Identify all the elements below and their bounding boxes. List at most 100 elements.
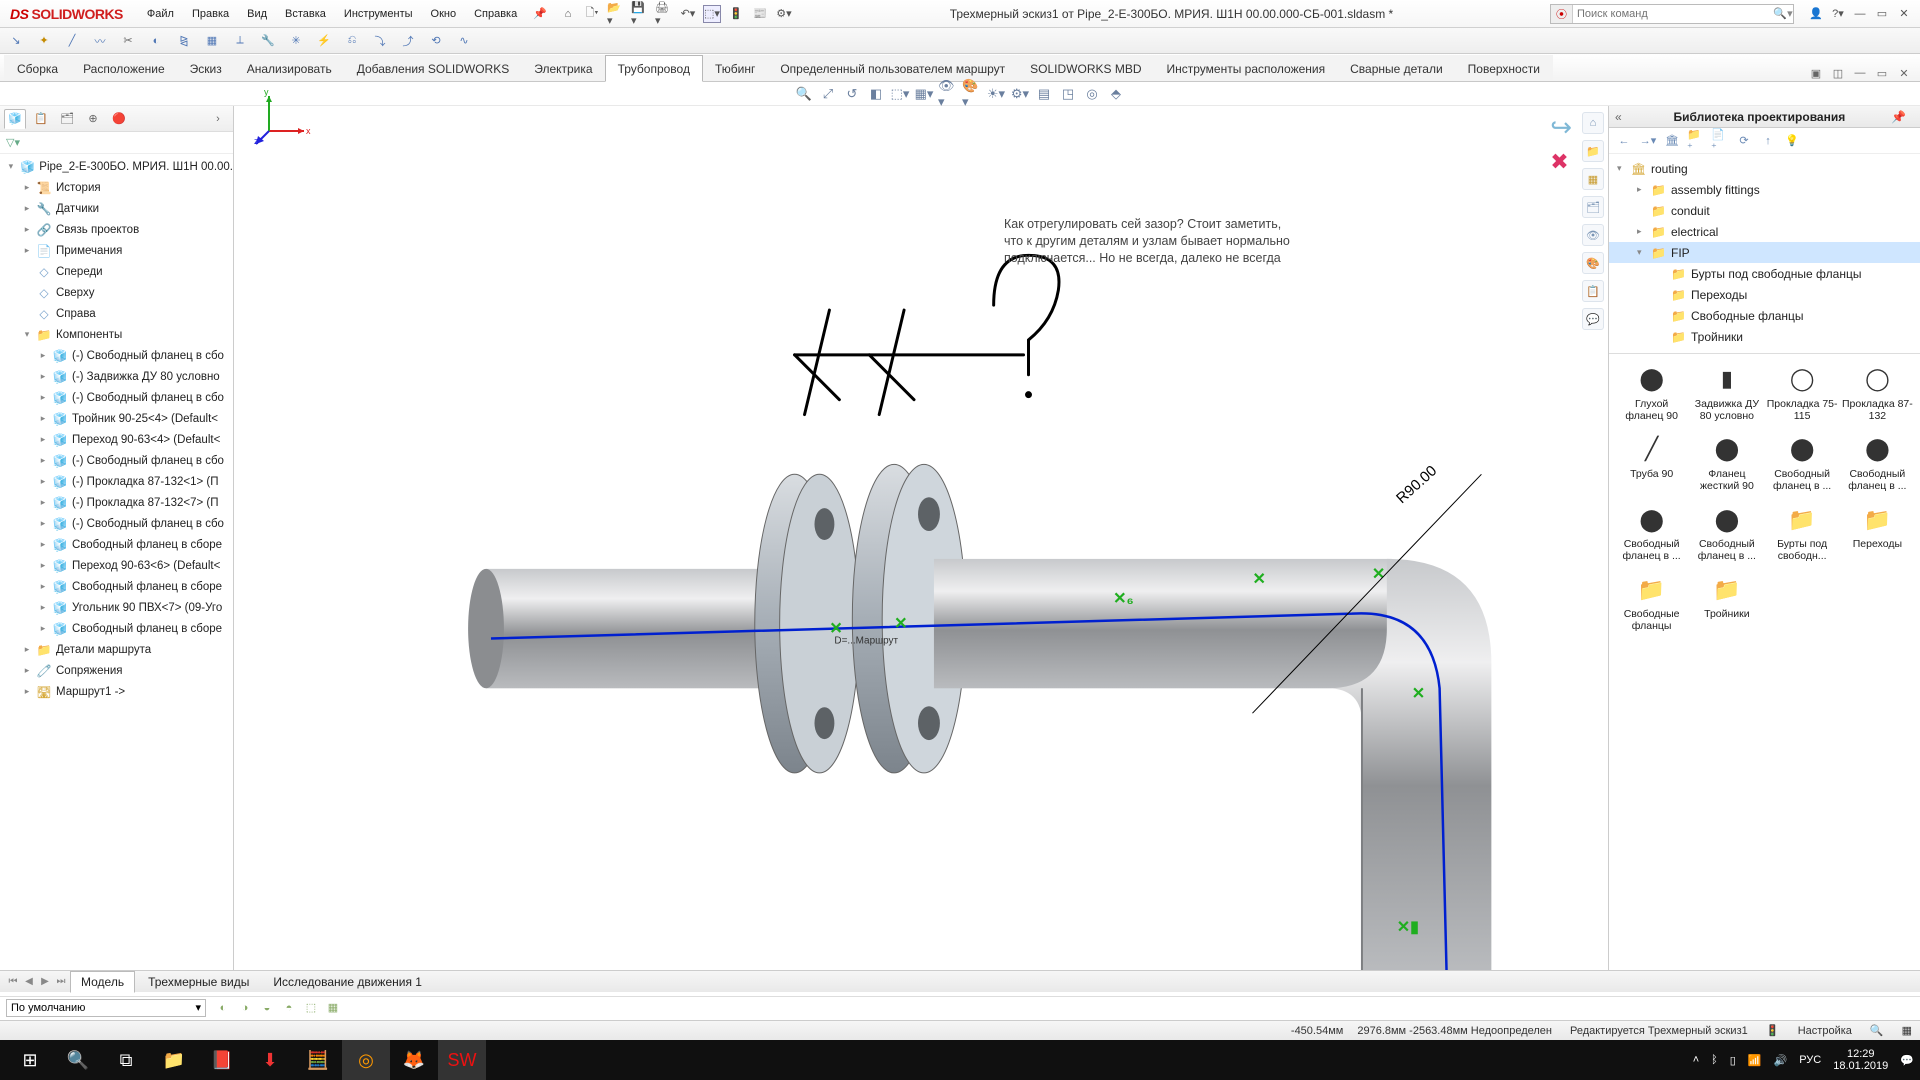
rebuild-icon[interactable]: 🚦	[727, 5, 745, 23]
open-icon[interactable]: 📂▾	[607, 5, 625, 23]
pin-menu-icon[interactable]: 📌	[533, 7, 547, 20]
select-icon[interactable]: ⬚▾	[703, 5, 721, 23]
library-thumb[interactable]: ⬤Свободный фланец в ...	[1690, 500, 1763, 566]
taskbar-clock[interactable]: 12:29 18.01.2019	[1833, 1048, 1888, 1072]
menu-insert[interactable]: Вставка	[277, 4, 334, 24]
mt-next-icon[interactable]: ▶	[38, 975, 52, 989]
fm-tab-more-icon[interactable]: ›	[207, 109, 229, 129]
tool3-icon[interactable]: ⤴	[398, 31, 418, 51]
tab-layout-tools[interactable]: Инструменты расположения	[1154, 55, 1339, 81]
tree-component[interactable]: ▸🧊(-) Задвижка ДУ 80 условно	[0, 366, 233, 387]
action-center-icon[interactable]: 💬	[1900, 1054, 1914, 1067]
library-thumb[interactable]: ◯Прокладка 87-132	[1841, 360, 1914, 426]
fm-tab-dim-icon[interactable]: ⊕	[82, 109, 104, 129]
tool5-icon[interactable]: ∿	[454, 31, 474, 51]
dlib-refresh-icon[interactable]: ⟳	[1735, 132, 1753, 150]
repair-icon[interactable]: 🔧	[258, 31, 278, 51]
rapid-sketch-icon[interactable]: ⚡	[314, 31, 334, 51]
tray-volume-icon[interactable]: 🔊	[1774, 1054, 1788, 1067]
fm-filter-bar[interactable]: ▽▾	[0, 132, 233, 154]
tab-sketch[interactable]: Эскиз	[177, 55, 235, 81]
ds-2-icon[interactable]: ◑	[236, 999, 254, 1017]
relation-icon[interactable]: ⟂	[230, 31, 250, 51]
status-mag-icon[interactable]: 🔍	[1870, 1024, 1884, 1037]
options-icon[interactable]: 📰	[751, 5, 769, 23]
dlib-fwd-icon[interactable]: →▾	[1639, 132, 1657, 150]
tab-evaluate[interactable]: Анализировать	[234, 55, 345, 81]
ds-1-icon[interactable]: ◐	[214, 999, 232, 1017]
library-thumb[interactable]: ⬤Свободный фланец в ...	[1841, 430, 1914, 496]
tree-node[interactable]: ▸🧷Сопряжения	[0, 660, 233, 681]
task-view-icon[interactable]: ⧉	[102, 1040, 150, 1080]
calc-icon[interactable]: 🧮	[294, 1040, 342, 1080]
tab-piping[interactable]: Трубопровод	[605, 55, 703, 82]
exit-sketch-icon[interactable]: ↘	[6, 31, 26, 51]
tab-layout[interactable]: Расположение	[70, 55, 178, 81]
tree-node[interactable]: ▸🔧Датчики	[0, 198, 233, 219]
tree-component[interactable]: ▸🧊(-) Прокладка 87-132<7> (П	[0, 492, 233, 513]
pattern-icon[interactable]: ▦	[202, 31, 222, 51]
minimize-icon[interactable]: —	[1852, 6, 1868, 22]
solidworks-app-icon[interactable]: SW	[438, 1040, 486, 1080]
tree-component[interactable]: ▸🧊Переход 90-63<4> (Default<	[0, 429, 233, 450]
tray-chevron-icon[interactable]: ˄	[1693, 1054, 1699, 1066]
ds-3-icon[interactable]: ◒	[258, 999, 276, 1017]
user-icon[interactable]: 👤	[1808, 6, 1824, 22]
tool4-icon[interactable]: ⟲	[426, 31, 446, 51]
dl-app-icon[interactable]: ⬇	[246, 1040, 294, 1080]
line-icon[interactable]: ╱	[62, 31, 82, 51]
convert-icon[interactable]: ◐	[146, 31, 166, 51]
tray-lang[interactable]: РУС	[1799, 1054, 1821, 1066]
fusion-app-icon[interactable]: ◎	[342, 1040, 390, 1080]
command-search-input[interactable]	[1573, 5, 1773, 23]
tray-wifi-icon[interactable]: 📶	[1748, 1054, 1762, 1067]
dlib-tree-node[interactable]: 📁Переходы	[1609, 284, 1920, 305]
tree-component[interactable]: ▸🧊(-) Свободный фланец в сбо	[0, 387, 233, 408]
tree-component[interactable]: ▸🧊(-) Прокладка 87-132<1> (П	[0, 471, 233, 492]
bottom-tab-motion[interactable]: Исследование движения 1	[262, 971, 433, 993]
pdf-app-icon[interactable]: 📕	[198, 1040, 246, 1080]
library-thumb[interactable]: ▮Задвижка ДУ 80 условно	[1690, 360, 1763, 426]
dlib-tree-node[interactable]: 📁conduit	[1609, 200, 1920, 221]
dlib-tree-node[interactable]: ▾📁FIP	[1609, 242, 1920, 263]
explorer-icon[interactable]: 📁	[150, 1040, 198, 1080]
config-dropdown[interactable]: По умолчанию▾	[6, 999, 206, 1017]
tree-root[interactable]: ▾🧊 Pipe_2-Е-300БО. МРИЯ. Ш1Н 00.00.	[0, 156, 233, 177]
tree-node[interactable]: ▸📁Детали маршрута	[0, 639, 233, 660]
dlib-tip-icon[interactable]: 💡	[1783, 132, 1801, 150]
tree-component[interactable]: ▸🧊(-) Свободный фланец в сбо	[0, 450, 233, 471]
firefox-icon[interactable]: 🦊	[390, 1040, 438, 1080]
start-button[interactable]: ⊞	[6, 1040, 54, 1080]
tray-battery-icon[interactable]: ▯	[1730, 1054, 1736, 1067]
dlib-tree-node[interactable]: 📁Бурты под свободные фланцы	[1609, 263, 1920, 284]
maximize-icon[interactable]: ▭	[1874, 6, 1890, 22]
taskbar-search-icon[interactable]: 🔍	[54, 1040, 102, 1080]
tree-component[interactable]: ▸🧊Угольник 90 ПВХ<7> (09-Уго	[0, 597, 233, 618]
tree-component[interactable]: ▸🧊Свободный фланец в сборе	[0, 534, 233, 555]
tree-node[interactable]: ◇Спереди	[0, 261, 233, 282]
model-viewport[interactable]: ✕✕ ✕₆✕ ✕✕ ✕▮ D=...Маршрут R90.00 Как отр…	[234, 106, 1608, 972]
quick-snap-icon[interactable]: ✳	[286, 31, 306, 51]
status-grid-icon[interactable]: ▦	[1902, 1024, 1912, 1037]
fm-tab-config-icon[interactable]: 🗂	[56, 109, 78, 129]
library-thumb[interactable]: ⬤Фланец жесткий 90	[1690, 430, 1763, 496]
library-thumb[interactable]: ◯Прокладка 75-115	[1766, 360, 1839, 426]
tool2-icon[interactable]: ⤵	[370, 31, 390, 51]
tree-component[interactable]: ▸🧊Тройник 90-25<4> (Default<	[0, 408, 233, 429]
tray-bt-icon[interactable]: ᛒ	[1711, 1054, 1718, 1066]
mt-last-icon[interactable]: ⏭	[54, 975, 68, 989]
view-layout2-icon[interactable]: ◫	[1830, 65, 1846, 81]
design-library-thumbs[interactable]: ⬤Глухой фланец 90▮Задвижка ДУ 80 условно…	[1609, 354, 1920, 972]
tree-node[interactable]: ▸📄Примечания	[0, 240, 233, 261]
smart-dim-icon[interactable]: ✦	[34, 31, 54, 51]
help-icon[interactable]: ?▾	[1830, 6, 1846, 22]
menu-help[interactable]: Справка	[466, 4, 525, 24]
tree-components-folder[interactable]: ▾📁 Компоненты	[0, 324, 233, 345]
tool1-icon[interactable]: ⎌	[342, 31, 362, 51]
dlib-tree-node[interactable]: ▸📁electrical	[1609, 221, 1920, 242]
settings-gear-icon[interactable]: ⚙▾	[775, 5, 793, 23]
tree-node[interactable]: ▸📜История	[0, 177, 233, 198]
command-search[interactable]: ⦿ 🔍▾	[1550, 4, 1794, 24]
mdi-restore-icon[interactable]: ▭	[1874, 65, 1890, 81]
tab-assembly[interactable]: Сборка	[4, 55, 71, 81]
